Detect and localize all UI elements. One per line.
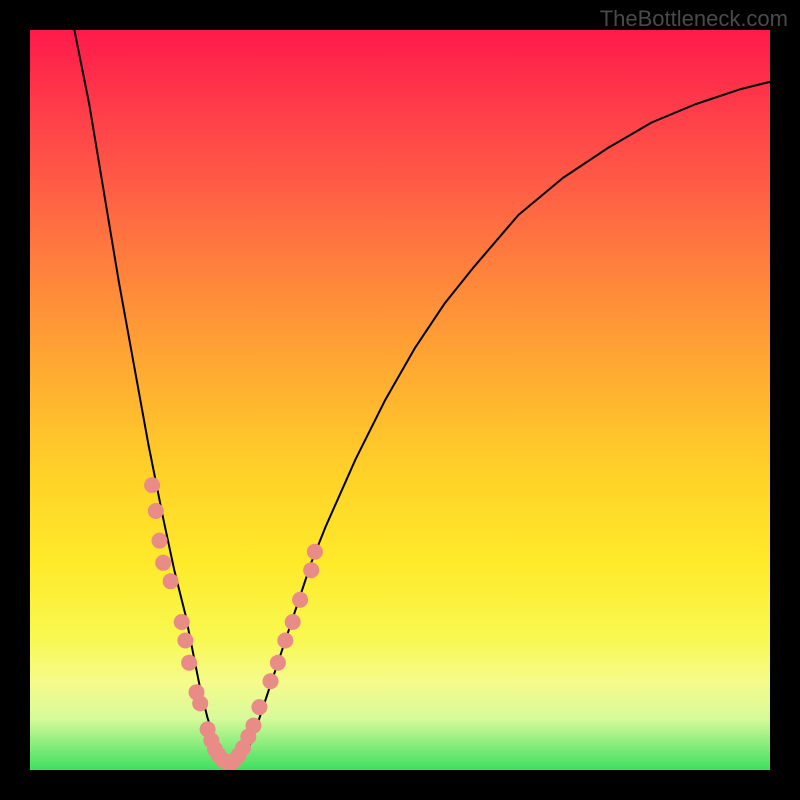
bottleneck-curve	[74, 30, 770, 763]
plot-area	[30, 30, 770, 770]
data-markers	[144, 477, 323, 770]
watermark-text: TheBottleneck.com	[600, 6, 788, 32]
chart-svg	[30, 30, 770, 770]
chart-container: TheBottleneck.com	[0, 0, 800, 800]
